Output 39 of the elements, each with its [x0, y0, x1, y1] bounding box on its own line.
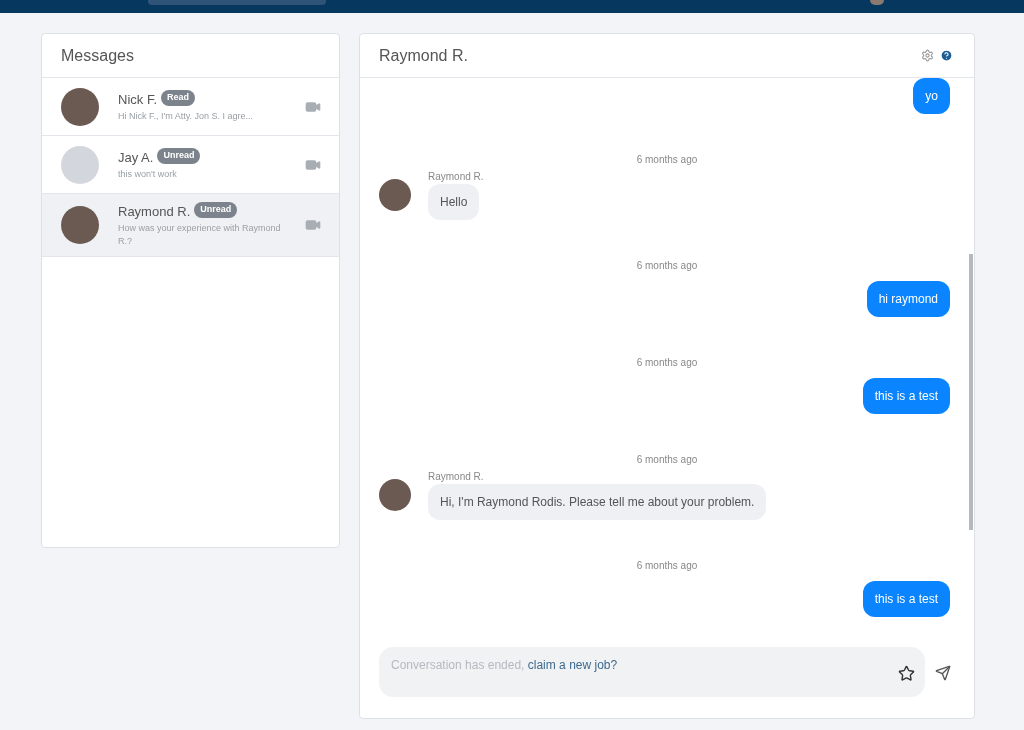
- claim-job-link[interactable]: claim a new job?: [527, 658, 618, 672]
- outgoing-message-bubble: hi raymond: [866, 281, 950, 317]
- send-icon[interactable]: [935, 665, 951, 681]
- message-input-field[interactable]: Conversation has ended, claim a new job?: [379, 647, 925, 697]
- message-preview: this won't work: [118, 167, 178, 181]
- chat-title: Raymond R.: [379, 45, 468, 66]
- message-timestamp: 6 months ago: [636, 153, 698, 167]
- message-timestamp: 6 months ago: [636, 259, 698, 273]
- avatar-photo-placeholder: [61, 205, 99, 244]
- outgoing-message-bubble: yo: [913, 78, 950, 114]
- user-avatar[interactable]: [870, 0, 884, 5]
- incoming-message-bubble: Hello: [428, 184, 480, 220]
- message-preview: How was your experience with Raymond R.?: [118, 221, 282, 248]
- message-timestamp: 6 months ago: [636, 559, 698, 573]
- conversation-ended-notice: Conversation has ended, claim a new job?: [391, 657, 618, 674]
- panel-title: Messages: [61, 45, 134, 66]
- incoming-message-bubble: Hi, I'm Raymond Rodis. Please tell me about your problem.: [428, 484, 767, 520]
- outgoing-message-bubble: this is a test: [862, 378, 950, 414]
- avatar-photo-placeholder: [379, 178, 411, 211]
- contact-name: Raymond R.: [118, 203, 191, 221]
- avatar-photo-placeholder: [61, 87, 99, 126]
- avatar-placeholder: [61, 145, 99, 184]
- message-timestamp: 6 months ago: [636, 453, 698, 467]
- help-icon[interactable]: [940, 49, 953, 62]
- contact-name: Jay A.: [118, 149, 154, 168]
- status-badge: Unread: [194, 202, 238, 218]
- scrollbar-thumb[interactable]: [969, 254, 973, 530]
- settings-icon[interactable]: [921, 49, 934, 62]
- status-badge: Read: [161, 90, 195, 106]
- message-preview: Hi Nick F., I'm Atty. Jon S. I agre...: [118, 109, 255, 123]
- avatar-photo-placeholder: [379, 478, 411, 511]
- contact-name: Nick F.: [118, 91, 157, 110]
- sender-name: Raymond R.: [428, 170, 484, 184]
- outgoing-message-bubble: this is a test: [862, 581, 950, 617]
- status-badge: Unread: [157, 148, 201, 164]
- star-icon[interactable]: [898, 665, 915, 682]
- message-timestamp: 6 months ago: [636, 356, 698, 370]
- sender-name: Raymond R.: [428, 470, 485, 484]
- conversation-item[interactable]: Raymond R. Unread How was your experience with Raymond R.?: [42, 194, 339, 257]
